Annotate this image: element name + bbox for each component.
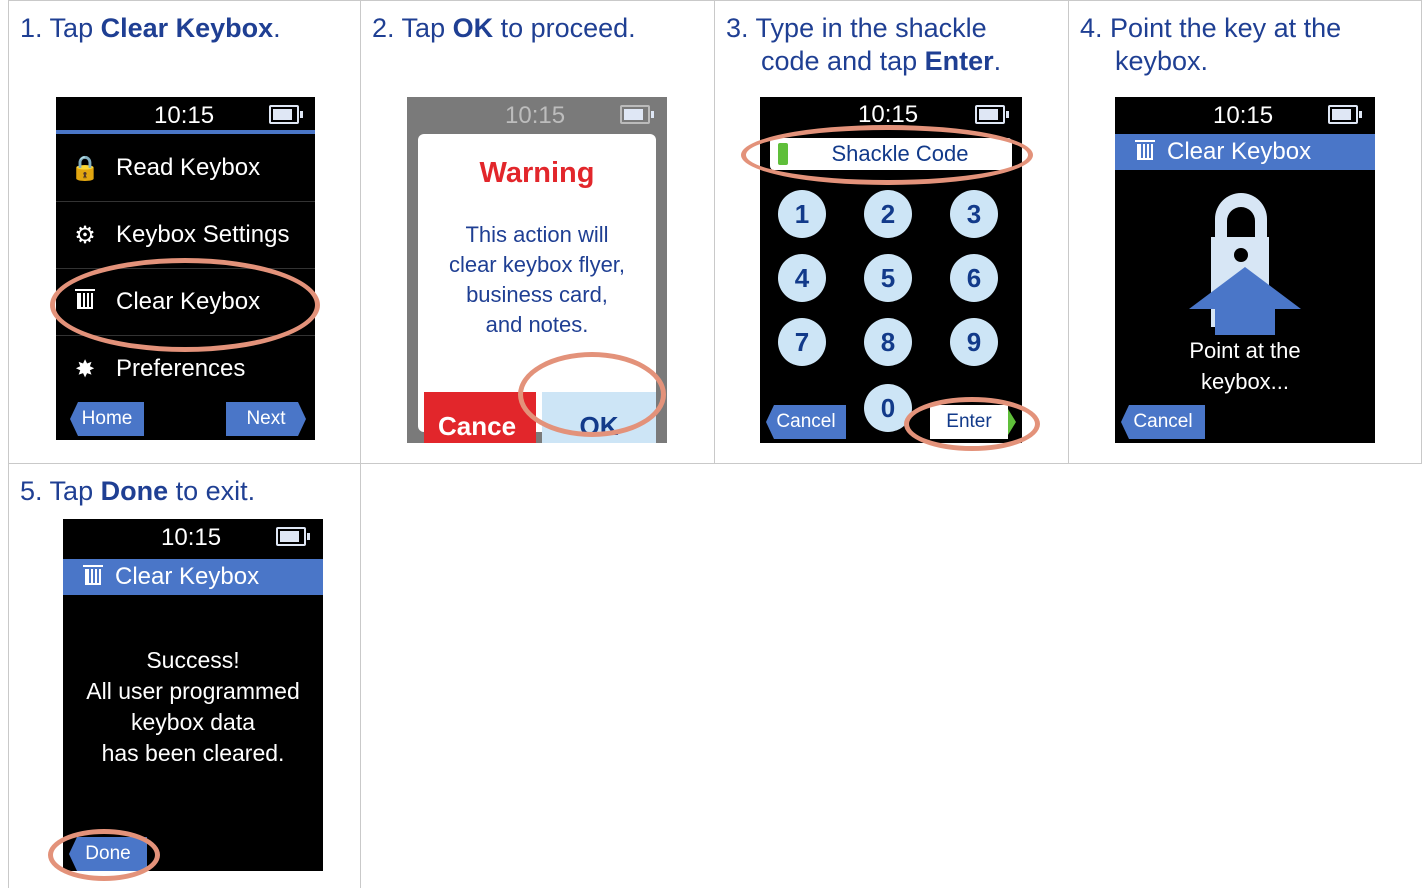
gear-icon: ✸ <box>74 355 96 383</box>
step-1-cell: 1. Tap Clear Keybox. 10:15 🔒 Read Keybox… <box>8 0 360 463</box>
grid-right <box>1421 0 1422 463</box>
key-5[interactable]: 5 <box>864 254 912 302</box>
trash-icon <box>1135 140 1155 160</box>
home-softkey[interactable]: Home <box>70 402 144 436</box>
key-1[interactable]: 1 <box>778 190 826 238</box>
cancel-softkey[interactable]: Cancel <box>1121 405 1205 439</box>
clock: 10:15 <box>1213 102 1274 129</box>
title-bar: Clear Keybox <box>63 559 323 595</box>
keybox-arrow-icon <box>1189 193 1301 335</box>
highlight-ok <box>518 352 666 437</box>
key-7[interactable]: 7 <box>778 318 826 366</box>
cancel-softkey[interactable]: Cancel <box>766 405 846 439</box>
device-point-screen: 10:15 Clear Keybox Point at the keybox..… <box>1115 97 1375 443</box>
next-softkey[interactable]: Next <box>226 402 306 436</box>
step-2-instruction: 2. Tap OK to proceed. <box>372 13 636 43</box>
step-2-cell: 2. Tap OK to proceed. 10:15 Warning This… <box>360 0 714 463</box>
clock: 10:15 <box>505 102 566 129</box>
battery-icon <box>975 105 1009 124</box>
header-divider <box>56 130 315 134</box>
key-8[interactable]: 8 <box>864 318 912 366</box>
clock: 10:15 <box>161 524 222 551</box>
highlight-shackle-code <box>741 125 1033 185</box>
highlight-enter <box>904 397 1040 451</box>
highlight-done <box>48 829 160 881</box>
battery-icon <box>269 105 303 124</box>
success-message: Success! All user programmed keybox data… <box>86 647 300 766</box>
warning-message: This action will clear keybox flyer, bus… <box>448 222 626 337</box>
key-9[interactable]: 9 <box>950 318 998 366</box>
step-4-instruction: 4. Point the key at the keybox. <box>1080 13 1342 76</box>
clock: 10:15 <box>154 102 215 129</box>
step-1-instruction: 1. Tap Clear Keybox. <box>20 13 281 43</box>
trash-icon <box>83 565 103 585</box>
title-bar: Clear Keybox <box>1115 134 1375 170</box>
key-4[interactable]: 4 <box>778 254 826 302</box>
step-5-instruction: 5. Tap Done to exit. <box>20 476 256 506</box>
step-5-cell: 5. Tap Done to exit. 10:15 Clear Keybox … <box>8 463 360 888</box>
lock-list-icon: 🔒 <box>70 154 100 182</box>
highlight-clear-keybox <box>50 258 320 352</box>
step-3-instruction: 3. Type in the shackle code and tap Ente… <box>726 13 1002 76</box>
step-4-cell: 4. Point the key at the keybox. 10:15 Cl… <box>1068 0 1421 463</box>
battery-icon <box>1328 105 1362 124</box>
key-6[interactable]: 6 <box>950 254 998 302</box>
battery-icon <box>620 105 654 124</box>
lock-gear-icon: ⚙ <box>74 221 96 249</box>
menu-item-read-keybox[interactable]: 🔒 Read Keybox <box>56 135 315 202</box>
battery-icon <box>276 527 310 546</box>
point-message: Point at the keybox... <box>1189 338 1301 394</box>
device-success-screen: 10:15 Clear Keybox Success! All user pro… <box>63 519 323 871</box>
warning-title: Warning <box>479 157 595 189</box>
key-3[interactable]: 3 <box>950 190 998 238</box>
key-2[interactable]: 2 <box>864 190 912 238</box>
step-3-cell: 3. Type in the shackle code and tap Ente… <box>714 0 1068 463</box>
